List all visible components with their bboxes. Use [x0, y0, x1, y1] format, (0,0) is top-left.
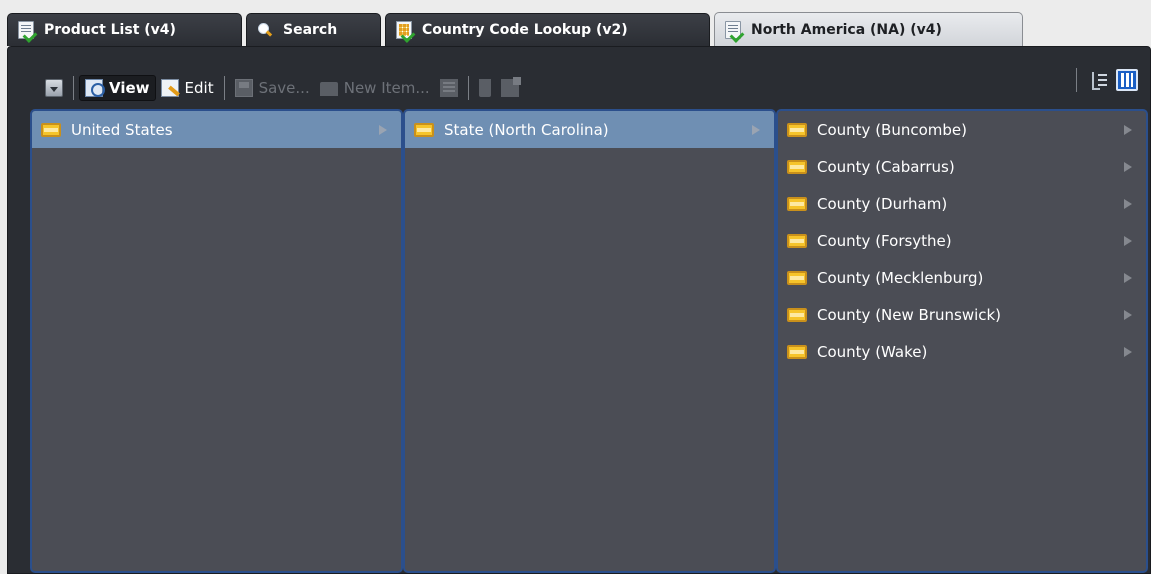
expand-arrow-icon	[1124, 236, 1132, 246]
folder-icon	[787, 122, 807, 137]
document-check-icon	[18, 21, 34, 39]
expand-arrow-icon	[1124, 199, 1132, 209]
menu-dropdown-icon	[45, 78, 63, 97]
toolbar-separator	[223, 75, 225, 100]
list-item[interactable]: County (Wake)	[778, 333, 1146, 370]
list-item[interactable]: County (Durham)	[778, 185, 1146, 222]
folder-icon	[787, 233, 807, 248]
document-check-icon	[725, 20, 741, 39]
view-button[interactable]: View	[79, 74, 156, 101]
list-item[interactable]: County (Mecklenburg)	[778, 259, 1146, 296]
toolbar-separator	[73, 75, 74, 100]
expand-arrow-icon	[752, 125, 760, 135]
save-label: Save...	[258, 78, 310, 97]
new-item-label: New Item...	[343, 78, 430, 97]
tab-search[interactable]: Search	[246, 13, 381, 46]
column-view-icon[interactable]	[1116, 69, 1138, 91]
item-label: County (Durham)	[817, 194, 948, 213]
move-icon	[500, 76, 521, 97]
folder-icon	[787, 196, 807, 211]
item-label: County (Buncombe)	[817, 120, 967, 139]
tab-label: North America (NA) (v4)	[751, 21, 942, 38]
new-item-button[interactable]: New Item...	[315, 75, 435, 101]
list-item[interactable]: County (Cabarrus)	[778, 148, 1146, 185]
editor-frame: View Edit Save... New Item... United Sta…	[7, 46, 1151, 574]
folder-icon	[787, 159, 807, 174]
save-disk-icon	[234, 78, 253, 97]
menu-button[interactable]	[40, 75, 68, 101]
folder-icon	[787, 307, 807, 322]
tab-country-code-lookup[interactable]: Country Code Lookup (v2)	[385, 13, 710, 46]
item-label: State (North Carolina)	[444, 120, 609, 139]
save-button[interactable]: Save...	[230, 75, 315, 101]
toolbar: View Edit Save... New Item...	[8, 47, 1150, 108]
folder-icon	[787, 344, 807, 359]
trash-icon	[478, 78, 491, 97]
view-label: View	[109, 78, 150, 97]
column-3: County (Buncombe) County (Cabarrus) Coun…	[776, 109, 1148, 573]
view-icon	[85, 78, 105, 97]
expand-arrow-icon	[1124, 162, 1132, 172]
properties-button[interactable]	[435, 75, 463, 101]
tab-north-america[interactable]: North America (NA) (v4)	[714, 12, 1023, 46]
expand-arrow-icon	[379, 125, 387, 135]
grid-document-icon	[396, 21, 412, 39]
expand-arrow-icon	[1124, 310, 1132, 320]
tab-label: Country Code Lookup (v2)	[422, 22, 628, 38]
column-2: State (North Carolina)	[403, 109, 776, 573]
list-item[interactable]: County (New Brunswick)	[778, 296, 1146, 333]
list-item[interactable]: State (North Carolina)	[405, 111, 774, 148]
folder-icon	[787, 270, 807, 285]
toolbar-separator	[1076, 68, 1077, 92]
properties-list-icon	[439, 78, 458, 97]
new-folder-icon	[319, 81, 338, 96]
tab-product-list[interactable]: Product List (v4)	[7, 13, 242, 46]
item-label: County (Mecklenburg)	[817, 268, 984, 287]
expand-arrow-icon	[1124, 347, 1132, 357]
column-1: United States	[30, 109, 403, 573]
toolbar-separator	[467, 75, 469, 100]
list-item[interactable]: United States	[32, 111, 401, 148]
move-button[interactable]	[496, 75, 524, 101]
item-label: County (Wake)	[817, 342, 928, 361]
item-label: County (Forsythe)	[817, 231, 952, 250]
edit-button[interactable]: Edit	[156, 75, 219, 101]
tab-strip: Product List (v4) Search Country Code Lo…	[0, 0, 1151, 46]
tab-label: Search	[283, 22, 338, 38]
expand-arrow-icon	[1124, 125, 1132, 135]
tab-label: Product List (v4)	[44, 22, 176, 38]
folder-icon	[414, 122, 434, 137]
view-mode-switch	[1071, 68, 1138, 92]
column-browser: United States State (North Carolina) Cou…	[30, 109, 1149, 573]
folder-icon	[41, 122, 61, 137]
item-label: County (Cabarrus)	[817, 157, 955, 176]
search-icon	[257, 22, 273, 38]
list-item[interactable]: County (Forsythe)	[778, 222, 1146, 259]
delete-button[interactable]	[474, 75, 496, 101]
item-label: County (New Brunswick)	[817, 305, 1002, 324]
list-item[interactable]: County (Buncombe)	[778, 111, 1146, 148]
edit-label: Edit	[184, 78, 214, 97]
edit-pencil-icon	[160, 78, 179, 97]
tree-view-icon[interactable]	[1090, 71, 1108, 90]
item-label: United States	[71, 120, 173, 139]
expand-arrow-icon	[1124, 273, 1132, 283]
